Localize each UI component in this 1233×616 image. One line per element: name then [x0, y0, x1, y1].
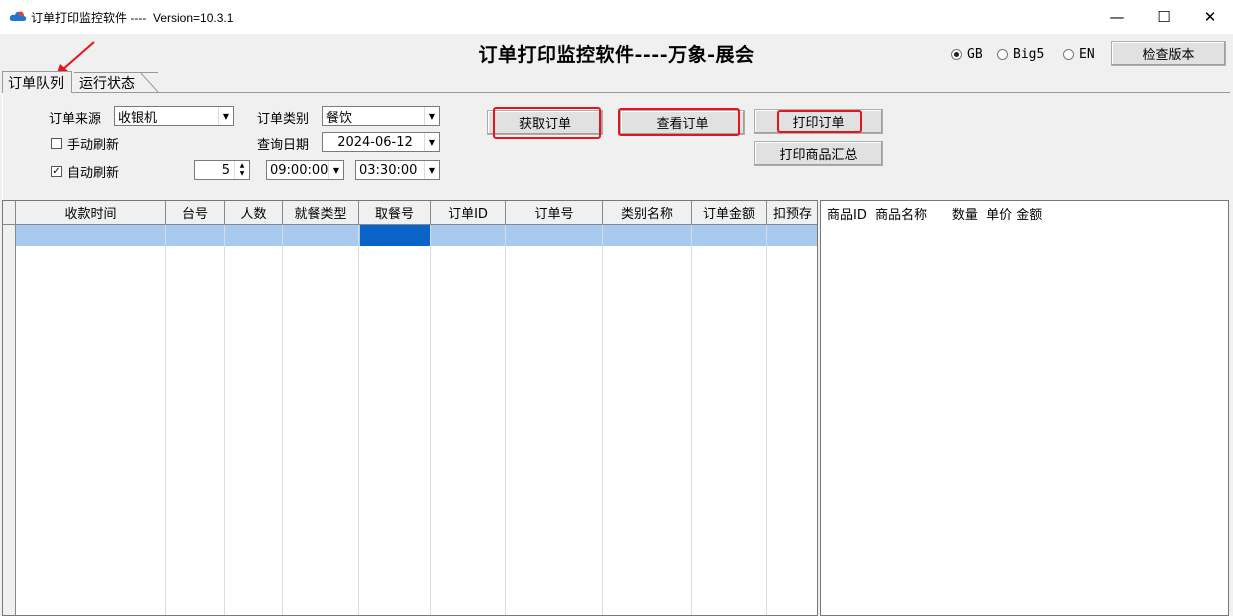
end-time-value: 03:30:00	[359, 162, 418, 178]
highlight-box	[618, 108, 740, 136]
print-summary-button[interactable]: 打印商品汇总	[754, 141, 883, 166]
start-time-picker[interactable]: 09:00:00 ▼	[266, 160, 344, 180]
spin-arrows-icon[interactable]: ▲ ▼	[234, 161, 249, 179]
chevron-down-icon: ▼	[218, 107, 233, 125]
close-button[interactable]: ✕	[1187, 0, 1233, 34]
col-header-prepaid-deduct[interactable]: 扣预存	[767, 201, 817, 224]
manual-refresh-checkbox[interactable]: 手动刷新	[51, 134, 119, 153]
check-version-button[interactable]: 检查版本	[1111, 41, 1226, 66]
checkbox-checked-icon: ✓	[51, 166, 62, 177]
col-header-order-amount[interactable]: 订单金额	[692, 201, 767, 224]
window-title: 订单打印监控软件 ---- Version=10.3.1	[31, 11, 234, 25]
highlight-box	[777, 110, 862, 133]
tab-order-queue[interactable]: 订单队列	[2, 71, 72, 93]
lang-label-big5: Big5	[1013, 47, 1045, 62]
source-select[interactable]: 收银机 ▼	[114, 106, 234, 126]
tab-edge-decoration	[140, 72, 159, 92]
orders-table[interactable]: 收款时间 台号 人数 就餐类型 取餐号 订单ID 订单号 类别名称 订单金额 扣…	[2, 200, 818, 616]
source-label: 订单来源	[49, 112, 102, 127]
cloud-app-icon	[9, 11, 27, 21]
chevron-down-icon: ▼	[424, 133, 439, 151]
grid-line	[165, 225, 166, 615]
category-label: 订单类别	[257, 112, 310, 127]
end-time-picker[interactable]: 03:30:00 ▼	[355, 160, 440, 180]
col-header-category-name[interactable]: 类别名称	[603, 201, 692, 224]
col-header-pay-time[interactable]: 收款时间	[16, 201, 166, 224]
interval-spinner[interactable]: 5 ▲ ▼	[194, 160, 250, 180]
auto-refresh-label: 自动刷新	[67, 166, 120, 181]
category-value: 餐饮	[326, 110, 353, 126]
table-cell-selected[interactable]	[360, 225, 431, 246]
chevron-down-icon: ▼	[328, 161, 343, 179]
date-picker[interactable]: 2024-06-12 ▼	[322, 132, 440, 152]
row-indicator-header	[3, 201, 16, 224]
source-value: 收银机	[118, 110, 158, 126]
table-header: 收款时间 台号 人数 就餐类型 取餐号 订单ID 订单号 类别名称 订单金额 扣…	[3, 201, 817, 225]
maximize-button[interactable]: ☐	[1141, 0, 1187, 34]
app-heading: 订单打印监控软件----万象-展会	[478, 44, 755, 66]
lang-label-gb: GB	[967, 47, 983, 62]
highlight-box	[493, 107, 601, 139]
col-header-order-id[interactable]: 订单ID	[431, 201, 506, 224]
grid-line	[282, 225, 283, 615]
grid-line	[224, 225, 225, 615]
lang-radio-big5[interactable]: Big5	[997, 47, 1044, 62]
grid-line	[766, 225, 767, 615]
col-header-table-no[interactable]: 台号	[166, 201, 225, 224]
radio-selected-icon	[951, 49, 962, 60]
lang-radio-en[interactable]: EN	[1063, 47, 1095, 62]
date-value: 2024-06-12	[337, 134, 413, 150]
checkbox-empty-icon	[51, 138, 62, 149]
detail-header: 商品ID 商品名称 数量 单价 金额	[827, 208, 1043, 223]
lang-label-en: EN	[1079, 47, 1095, 62]
grid-line	[505, 225, 506, 615]
row-indicator-column	[3, 225, 16, 615]
order-detail-panel[interactable]: 商品ID 商品名称 数量 单价 金额	[820, 200, 1229, 616]
radio-unselected-icon	[997, 49, 1008, 60]
interval-value: 5	[221, 162, 230, 178]
lang-radio-gb[interactable]: GB	[951, 47, 983, 62]
start-time-value: 09:00:00	[270, 162, 328, 178]
manual-refresh-label: 手动刷新	[67, 138, 120, 153]
auto-refresh-checkbox[interactable]: ✓ 自动刷新	[51, 162, 119, 181]
col-header-guests[interactable]: 人数	[225, 201, 283, 224]
grid-line	[358, 225, 359, 615]
radio-unselected-icon	[1063, 49, 1074, 60]
col-header-order-no[interactable]: 订单号	[506, 201, 603, 224]
minimize-button[interactable]: —	[1094, 0, 1140, 34]
grid-line	[691, 225, 692, 615]
chevron-down-icon: ▼	[424, 161, 439, 179]
grid-line	[602, 225, 603, 615]
grid-line	[430, 225, 431, 615]
col-header-pickup-no[interactable]: 取餐号	[359, 201, 431, 224]
col-header-dining-type[interactable]: 就餐类型	[283, 201, 359, 224]
date-label: 查询日期	[257, 138, 310, 153]
chevron-down-icon: ▼	[424, 107, 439, 125]
category-select[interactable]: 餐饮 ▼	[322, 106, 440, 126]
